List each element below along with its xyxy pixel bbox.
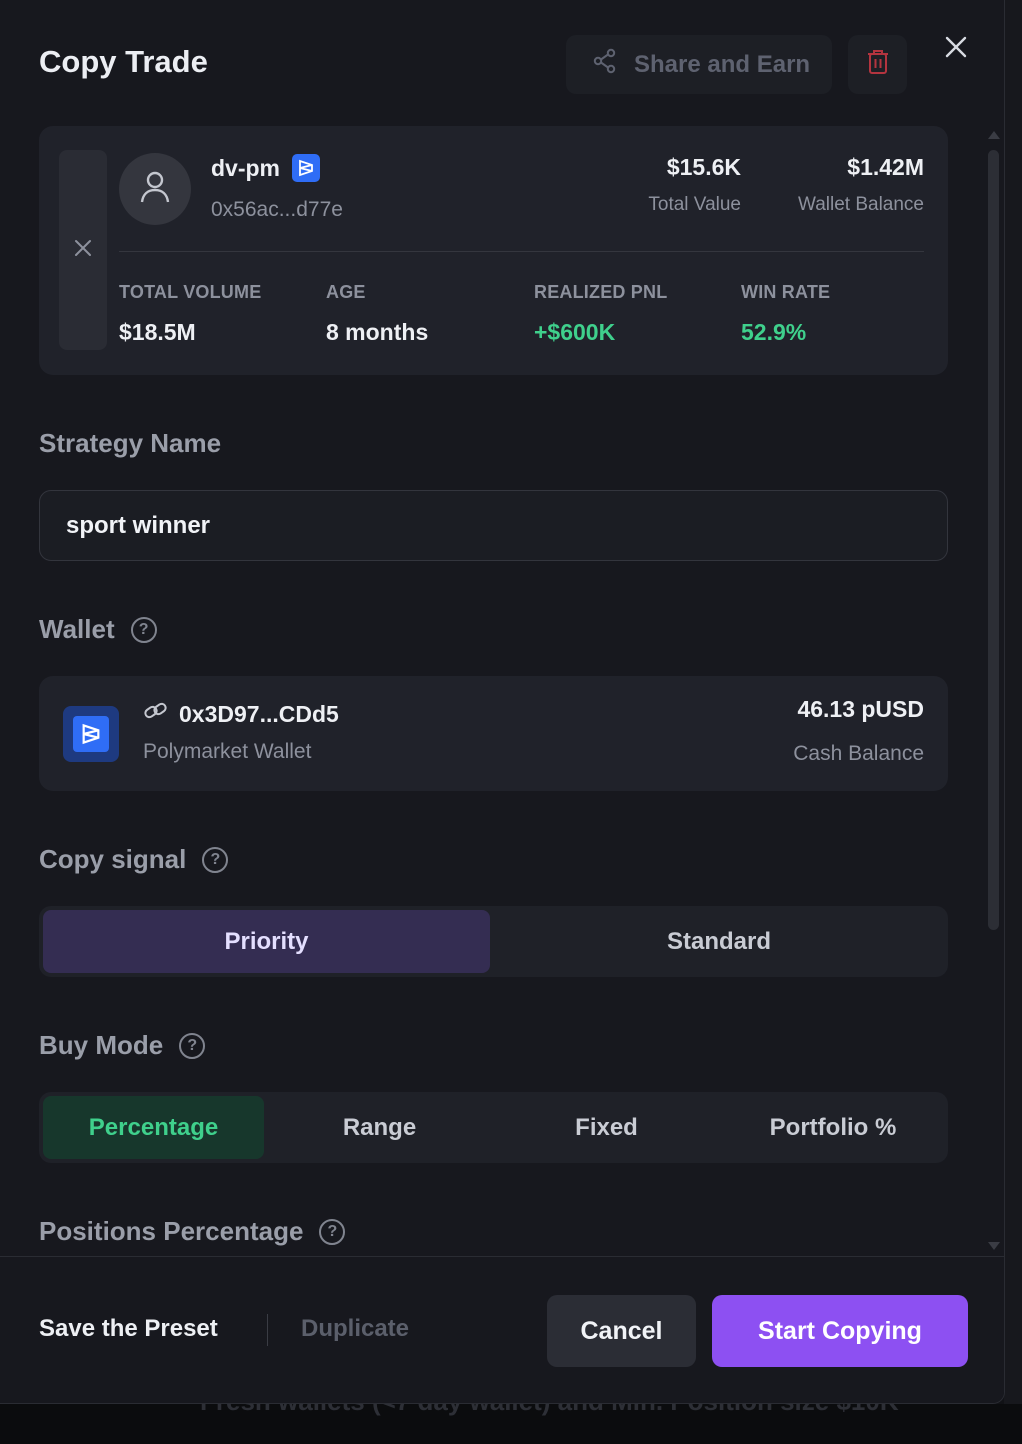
save-preset-button[interactable]: Save the Preset bbox=[39, 1315, 218, 1343]
copy-signal-priority[interactable]: Priority bbox=[43, 910, 490, 973]
link-icon bbox=[143, 700, 169, 728]
help-icon[interactable]: ? bbox=[319, 1218, 346, 1245]
modal-footer: Save the Preset Duplicate Cancel Start C… bbox=[0, 1256, 1004, 1403]
background-panel bbox=[1004, 0, 1022, 1444]
metric-label: AGE bbox=[326, 282, 366, 302]
trash-icon bbox=[865, 48, 891, 81]
divider bbox=[119, 251, 924, 252]
buy-mode-fixed[interactable]: Fixed bbox=[495, 1096, 718, 1159]
copy-signal-label: Copy signal ? bbox=[39, 844, 229, 875]
modal-title: Copy Trade bbox=[39, 44, 208, 79]
metric-value: 52.9% bbox=[741, 319, 807, 345]
total-value: $15.6K bbox=[666, 154, 741, 180]
duplicate-button[interactable]: Duplicate bbox=[301, 1315, 409, 1343]
buy-mode-toggle: Percentage Range Fixed Portfolio % bbox=[39, 1092, 948, 1163]
copy-signal-standard[interactable]: Standard bbox=[494, 910, 944, 973]
wallet-balance-label: Wallet Balance bbox=[797, 194, 924, 215]
remove-trader-button[interactable] bbox=[59, 150, 107, 350]
cancel-button[interactable]: Cancel bbox=[547, 1295, 696, 1367]
positions-percentage-label: Positions Percentage ? bbox=[39, 1216, 346, 1247]
scrollbar-thumb[interactable] bbox=[988, 150, 999, 930]
metric-value: $18.5M bbox=[119, 319, 196, 345]
wallet-type: Polymarket Wallet bbox=[143, 740, 312, 763]
section-title: Wallet bbox=[39, 614, 115, 644]
user-icon bbox=[140, 170, 170, 209]
wallet-cash-balance-label: Cash Balance bbox=[793, 742, 924, 765]
trader-name-label: dv-pm bbox=[211, 154, 280, 181]
divider bbox=[267, 1314, 268, 1346]
section-title: Copy signal bbox=[39, 844, 187, 874]
metric-label: REALIZED PNL bbox=[534, 282, 668, 302]
wallet-address-text: 0x3D97...CDd5 bbox=[179, 700, 339, 727]
wallet-selector[interactable]: 0x3D97...CDd5 Polymarket Wallet 46.13 pU… bbox=[39, 676, 948, 791]
scroll-down-icon[interactable] bbox=[988, 1242, 1000, 1250]
trader-name[interactable]: dv-pm bbox=[211, 154, 320, 182]
share-and-earn-button[interactable]: Share and Earn bbox=[566, 35, 832, 94]
avatar bbox=[119, 153, 191, 225]
strategy-name-input[interactable]: sport winner bbox=[39, 490, 948, 561]
start-copying-button[interactable]: Start Copying bbox=[712, 1295, 968, 1367]
wallet-label: Wallet ? bbox=[39, 614, 157, 645]
metric-value: 8 months bbox=[326, 319, 429, 345]
help-icon[interactable]: ? bbox=[202, 846, 229, 873]
wallet-balance: $1.42M bbox=[847, 154, 924, 180]
scroll-up-icon[interactable] bbox=[988, 131, 1000, 139]
wallet-cash-balance: 46.13 pUSD bbox=[797, 696, 924, 722]
trader-card: dv-pm 0x56ac...d77e $15.6K Total Value $… bbox=[39, 126, 948, 375]
section-title: Strategy Name bbox=[39, 428, 222, 458]
buy-mode-portfolio[interactable]: Portfolio % bbox=[722, 1096, 944, 1159]
polymarket-icon bbox=[292, 154, 320, 182]
trader-address: 0x56ac...d77e bbox=[211, 198, 343, 221]
total-value-label: Total Value bbox=[648, 194, 741, 215]
help-icon[interactable]: ? bbox=[179, 1032, 206, 1059]
close-icon bbox=[74, 239, 92, 262]
metric-label: WIN RATE bbox=[741, 282, 831, 302]
metric-label: TOTAL VOLUME bbox=[119, 282, 262, 302]
close-icon[interactable] bbox=[940, 31, 972, 63]
polymarket-icon bbox=[63, 706, 119, 762]
buy-mode-percentage[interactable]: Percentage bbox=[43, 1096, 264, 1159]
copy-signal-toggle: Priority Standard bbox=[39, 906, 948, 977]
buy-mode-label: Buy Mode ? bbox=[39, 1030, 206, 1061]
section-title: Positions Percentage bbox=[39, 1216, 304, 1246]
section-title: Buy Mode bbox=[39, 1030, 164, 1060]
strategy-name-label: Strategy Name bbox=[39, 428, 221, 459]
help-icon[interactable]: ? bbox=[130, 616, 157, 643]
metric-value: +$600K bbox=[534, 319, 616, 345]
delete-button[interactable] bbox=[848, 35, 907, 94]
strategy-name-value: sport winner bbox=[66, 511, 211, 539]
wallet-address: 0x3D97...CDd5 bbox=[143, 700, 339, 728]
copy-trade-modal: Copy Trade Share and Earn dv-pm 0x56ac..… bbox=[0, 0, 1005, 1404]
share-and-earn-label: Share and Earn bbox=[634, 50, 811, 78]
buy-mode-range[interactable]: Range bbox=[268, 1096, 491, 1159]
share-icon bbox=[592, 48, 618, 81]
